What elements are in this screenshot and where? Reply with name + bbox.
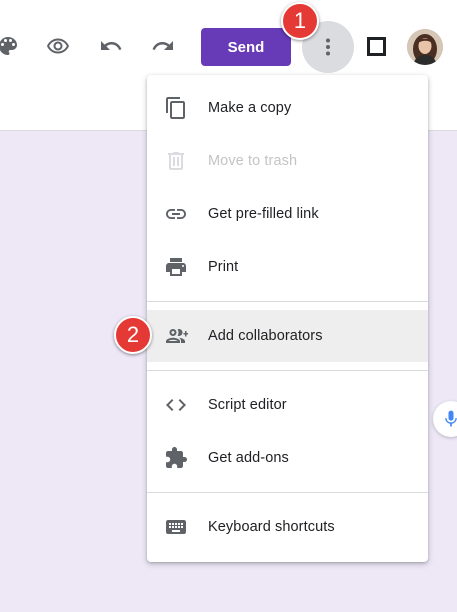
step-badge-1: 1	[281, 2, 319, 40]
keyboard-icon	[164, 515, 188, 539]
menu-divider	[147, 492, 428, 493]
menu-item-label: Script editor	[208, 397, 287, 413]
link-icon	[164, 202, 188, 226]
printer-icon	[164, 255, 188, 279]
more-vert-icon	[326, 38, 330, 56]
menu-item-print[interactable]: Print	[147, 241, 428, 293]
menu-item-keyboard-shortcuts[interactable]: Keyboard shortcuts	[147, 501, 428, 553]
menu-item-get-addons[interactable]: Get add-ons	[147, 432, 428, 484]
redo-icon[interactable]	[149, 32, 177, 60]
palette-icon[interactable]	[0, 32, 22, 60]
menu-item-make-copy[interactable]: Make a copy	[147, 82, 428, 134]
puzzle-icon	[164, 446, 188, 470]
menu-item-label: Keyboard shortcuts	[208, 519, 335, 535]
menu-divider	[147, 301, 428, 302]
microphone-icon	[445, 410, 457, 427]
voice-input-button[interactable]	[433, 401, 457, 437]
avatar[interactable]	[407, 29, 443, 65]
menu-item-script-editor[interactable]: Script editor	[147, 379, 428, 431]
step-badge-2: 2	[114, 316, 152, 354]
copy-icon	[164, 96, 188, 120]
undo-icon[interactable]	[97, 32, 125, 60]
trash-icon	[164, 149, 188, 173]
menu-item-add-collaborators[interactable]: Add collaborators	[147, 310, 428, 362]
code-icon	[164, 393, 188, 417]
menu-item-label: Make a copy	[208, 100, 292, 116]
menu-item-move-to-trash: Move to trash	[147, 135, 428, 187]
menu-item-label: Add collaborators	[208, 328, 323, 344]
send-button[interactable]: Send	[201, 28, 291, 66]
add-people-icon	[164, 324, 188, 348]
eye-icon[interactable]	[44, 32, 72, 60]
menu-item-label: Print	[208, 259, 239, 275]
menu-item-label: Move to trash	[208, 153, 298, 169]
more-options-menu: Make a copy Move to trash Get pre-filled…	[147, 75, 428, 562]
menu-item-label: Get add-ons	[208, 450, 289, 466]
menu-item-label: Get pre-filled link	[208, 206, 319, 222]
menu-divider	[147, 370, 428, 371]
menu-item-prefilled-link[interactable]: Get pre-filled link	[147, 188, 428, 240]
square-icon[interactable]	[367, 37, 386, 56]
